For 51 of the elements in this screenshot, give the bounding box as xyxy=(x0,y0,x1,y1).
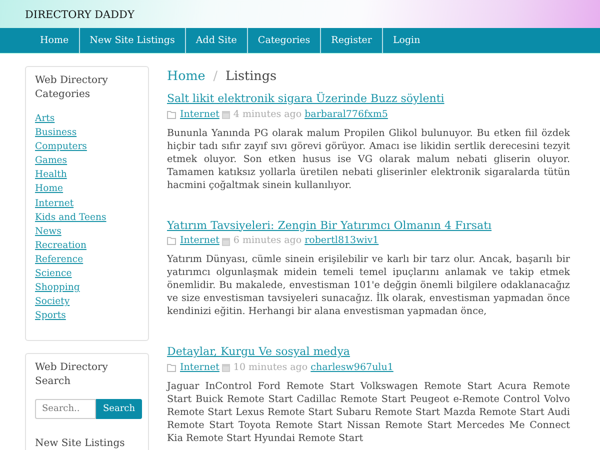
calendar-icon xyxy=(222,110,230,120)
category-link[interactable]: Internet xyxy=(180,108,220,122)
category-link[interactable]: Internet xyxy=(180,360,220,375)
nav-link[interactable]: Login xyxy=(382,28,430,53)
author-link[interactable]: barbaral776fxm5 xyxy=(304,108,388,122)
breadcrumb-link[interactable]: Home xyxy=(167,68,206,83)
category-link[interactable]: Recreation xyxy=(35,238,139,253)
category-link[interactable]: Computers xyxy=(35,140,139,154)
category-link[interactable]: Society xyxy=(35,295,139,310)
search-button[interactable]: Search xyxy=(96,399,142,420)
post-time: 4 minutes ago xyxy=(233,108,302,122)
panel-title: New Site Listings xyxy=(35,437,126,450)
folder-icon xyxy=(167,110,177,119)
category-link[interactable]: Kids and Teens xyxy=(35,210,139,225)
nav-link[interactable]: Add Site xyxy=(186,28,248,53)
category-link[interactable]: Business xyxy=(35,126,139,140)
category-link[interactable]: Health xyxy=(35,168,139,182)
folder-icon xyxy=(167,237,177,246)
search-field[interactable]: Search.. xyxy=(35,399,96,420)
listing-description: Bununla Yanında PG olarak malum Propilen Glikol bulunuyor. Bu etken fiil özdek hiçbir tadı sıfır zayıf sıvı görevi görüyor. Amacı ise likidin sertlik derecesini tezyit etmek oluyor. Son etken husus ise VG olarak malum nebati gliserin oluyor. Tamamen katıksız yollarla üretilen nebati gliserinler elektronik sigaralarda tütün hacmini çoğaltmak sinein kullanılıyor. xyxy=(167,126,570,192)
nav-link[interactable]: New Site Listings xyxy=(80,28,186,53)
listing-title-link[interactable]: Detaylar, Kurgu Ve sosyal medya xyxy=(167,345,350,360)
listing-title-link[interactable]: Yatırım Tavsiyeleri: Zengin Bir Yatırımcı Olmanın 4 Fırsatı xyxy=(167,218,492,233)
breadcrumb-current: Listings xyxy=(226,68,276,83)
category-link[interactable]: Sports xyxy=(35,309,139,324)
listing-title-link[interactable]: Salt likit elektronik sigara Üzerinde Buzz söylenti xyxy=(167,92,444,106)
listing-description: Yatırım Dünyası, cümle sinein erişilebilir ve karlı bir tarz olur. Ancak, başarılı bir yatırımcı olgunlaşmak midein temeli temel ipuçlarını anlamak ve takip etmek önemlidir. Bu makalede, envestisman 101'e değgin önemli bilgilere odaklanacağız ve size envestisman tavsiyeleri sunacağız. İlk olarak, envestisman yapmadan önce kendinizi eğitin. Herhangi bir alana envestisman yapmadan önce, xyxy=(167,253,570,318)
author-link[interactable]: charlesw967ulu1 xyxy=(310,360,394,375)
category-link[interactable]: Internet xyxy=(35,196,139,211)
calendar-icon xyxy=(222,363,230,372)
listing-description: Jaguar InControl Ford Remote Start Volkswagen Remote Start Acura Remote Start Buick Remote Start Cadillac Remote Start Peugeot e-Remote Control Volvo Remote Start Lexus Remote Start Subaru Remote Start Mazda Remote Start Audi Remote Start Toyota Remote Start Nissan Remote Start Mercedes Me Connect Kia Remote Start Hyundai Remote Start xyxy=(167,380,570,445)
category-link[interactable]: Home xyxy=(35,182,139,197)
post-time: 10 minutes ago xyxy=(233,360,308,375)
author-link[interactable]: robertl813wiv1 xyxy=(304,234,379,248)
breadcrumb-separator: / xyxy=(213,68,218,83)
category-link[interactable]: Arts xyxy=(35,112,139,126)
panel-title: Web Directory Search xyxy=(35,361,109,390)
panel-title: Web Directory Categories xyxy=(35,74,109,102)
post-time: 6 minutes ago xyxy=(233,234,302,248)
folder-icon xyxy=(167,364,177,372)
category-link[interactable]: Internet xyxy=(180,234,220,248)
category-link[interactable]: News xyxy=(35,224,139,239)
calendar-icon xyxy=(222,236,230,246)
nav-link[interactable]: Home xyxy=(30,28,80,53)
category-link[interactable]: Reference xyxy=(35,252,139,268)
nav-link[interactable]: Categories xyxy=(248,28,322,53)
category-link[interactable]: Shopping xyxy=(35,281,139,296)
category-link[interactable]: Games xyxy=(35,154,139,168)
site-title: DIRECTORY DADDY xyxy=(25,9,134,21)
category-link[interactable]: Science xyxy=(35,267,139,282)
nav-link[interactable]: Register xyxy=(321,28,383,53)
